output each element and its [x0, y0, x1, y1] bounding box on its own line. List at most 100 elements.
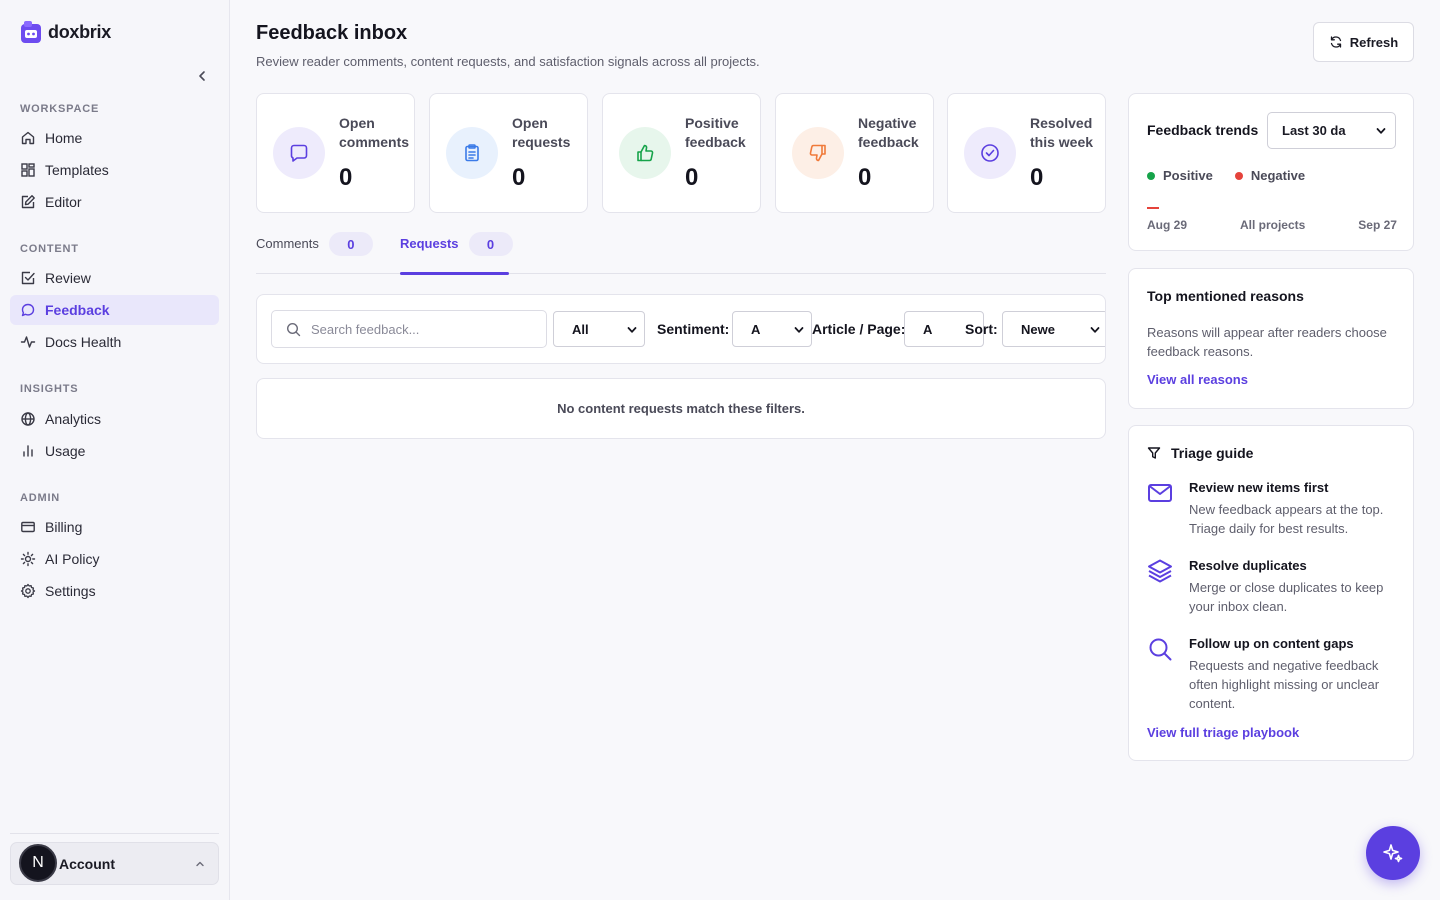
sidebar-item-templates[interactable]: Templates [10, 155, 219, 185]
feedback-trends-card: Feedback trends Last 30 da Positive Nega… [1128, 93, 1414, 251]
sidebar-item-label: AI Policy [45, 551, 100, 567]
type-select[interactable]: All [553, 311, 645, 347]
stat-value: 0 [685, 164, 699, 191]
empty-state-message: No content requests match these filters. [557, 401, 805, 416]
sidebar: doxbrix WORKSPACE Home Templates Editor … [0, 0, 230, 900]
sidebar-item-label: Analytics [45, 411, 102, 427]
stat-label: Positive feedback [685, 115, 746, 150]
chevron-left-icon [199, 71, 205, 81]
view-all-reasons-link[interactable]: View all reasons [1147, 372, 1248, 387]
search-input[interactable] [311, 321, 521, 337]
nav-section-insights: INSIGHTS Analytics Usage [10, 379, 219, 466]
check-square-icon [21, 271, 35, 285]
grid-icon [21, 163, 35, 177]
chevron-down-icon [1375, 125, 1387, 137]
stat-card-resolved-this-week: Resolved this week 0 [947, 93, 1106, 213]
legend-label: Negative [1250, 168, 1306, 183]
refresh-button[interactable]: Refresh [1313, 22, 1414, 62]
globe-icon [21, 412, 35, 426]
card-title: Feedback trends [1147, 122, 1259, 138]
sidebar-item-review[interactable]: Review [10, 263, 219, 293]
triage-item-title: Review new items first [1189, 480, 1329, 495]
sidebar-item-billing[interactable]: Billing [10, 512, 219, 542]
chart-legend: Positive Negative [1147, 168, 1305, 183]
stat-label: Open requests [512, 115, 571, 150]
filter-icon [1147, 447, 1161, 459]
stat-value: 0 [858, 164, 872, 191]
account-menu-button[interactable]: N Account [10, 842, 219, 885]
check-circle-icon [981, 144, 999, 162]
brand-name: doxbrix [48, 21, 111, 42]
stat-icon-wrap [273, 127, 325, 179]
bar-chart-icon [23, 445, 33, 457]
sort-label: Sort: [965, 321, 998, 337]
search-field[interactable] [271, 310, 547, 348]
type-select-value: All [572, 321, 589, 337]
thumbs-down-icon [809, 144, 826, 162]
nav-section-content: CONTENT Review Feedback Docs Health [10, 239, 219, 357]
tab-comments[interactable]: Comments 0 [256, 232, 373, 274]
stat-card-negative-feedback: Negative feedback 0 [775, 93, 934, 213]
sidebar-item-settings[interactable]: Settings [10, 576, 219, 606]
sidebar-item-home[interactable]: Home [10, 123, 219, 153]
sun-icon [20, 551, 36, 567]
nav-heading: INSIGHTS [20, 383, 79, 395]
triage-item-title: Follow up on content gaps [1189, 636, 1354, 651]
collapse-sidebar-button[interactable] [193, 67, 211, 85]
stat-label: Resolved this week [1030, 115, 1094, 150]
article-page-label: Article / Page: [812, 321, 906, 337]
tab-requests[interactable]: Requests 0 [400, 232, 513, 275]
chevron-down-icon [1089, 324, 1101, 336]
sidebar-item-label: Usage [45, 443, 86, 459]
nav-section-workspace: WORKSPACE Home Templates Editor [10, 99, 219, 217]
search-icon [286, 322, 301, 336]
sidebar-item-label: Settings [45, 583, 96, 599]
sidebar-item-ai-policy[interactable]: AI Policy [10, 544, 219, 574]
stat-value: 0 [512, 164, 526, 191]
sidebar-item-feedback[interactable]: Feedback [10, 295, 219, 325]
nav-heading: CONTENT [20, 243, 79, 255]
empty-state: No content requests match these filters. [256, 378, 1106, 439]
triage-playbook-link[interactable]: View full triage playbook [1147, 725, 1299, 740]
card-title: Top mentioned reasons [1147, 288, 1304, 304]
sentiment-label: Sentiment: [657, 321, 730, 337]
edit-icon [21, 195, 35, 209]
stat-card-open-comments: Open comments 0 [256, 93, 415, 213]
stat-card-open-requests: Open requests 0 [429, 93, 588, 213]
sort-select[interactable]: Newe [1002, 311, 1105, 347]
sidebar-item-label: Editor [45, 194, 82, 210]
sparkle-icon [1383, 844, 1403, 863]
gear-icon [20, 583, 36, 599]
stat-icon-wrap [964, 127, 1016, 179]
page-title: Feedback inbox [256, 22, 408, 44]
triage-guide-card: Triage guide Review new items first New … [1128, 425, 1414, 761]
chevron-down-icon [793, 324, 805, 336]
thumbs-up-icon [637, 144, 654, 162]
doxbrix-logo-icon [21, 21, 41, 43]
trend-range-select[interactable]: Last 30 da [1267, 112, 1396, 149]
axis-start-label: Aug 29 [1147, 218, 1188, 232]
message-icon [21, 303, 35, 317]
credit-card-icon [21, 521, 35, 533]
article-page-select-value: A [923, 321, 933, 337]
sidebar-item-usage[interactable]: Usage [10, 436, 219, 466]
sidebar-item-analytics[interactable]: Analytics [10, 404, 219, 434]
nav-heading: WORKSPACE [20, 103, 100, 115]
legend-item-negative: Negative [1234, 168, 1306, 183]
chevron-up-icon [196, 861, 204, 867]
brand-logo[interactable]: doxbrix [20, 20, 111, 44]
stat-icon-wrap [792, 127, 844, 179]
sentiment-select[interactable]: A [732, 311, 812, 347]
triage-item-desc: New feedback appears at the top. Triage … [1189, 502, 1384, 536]
layers-icon [1148, 559, 1172, 583]
top-reasons-card: Top mentioned reasons Reasons will appea… [1128, 268, 1414, 409]
ai-assistant-button[interactable] [1366, 826, 1420, 880]
triage-item-desc: Merge or close duplicates to keep your i… [1189, 580, 1384, 614]
filter-bar: All Sentiment: A Article / Page: A Sort:… [256, 294, 1106, 364]
sidebar-item-editor[interactable]: Editor [10, 187, 219, 217]
message-icon [290, 144, 308, 162]
refresh-label: Refresh [1349, 34, 1399, 50]
tab-count-badge: 0 [328, 232, 373, 256]
sidebar-item-docs-health[interactable]: Docs Health [10, 327, 219, 357]
stat-card-positive-feedback: Positive feedback 0 [602, 93, 761, 213]
